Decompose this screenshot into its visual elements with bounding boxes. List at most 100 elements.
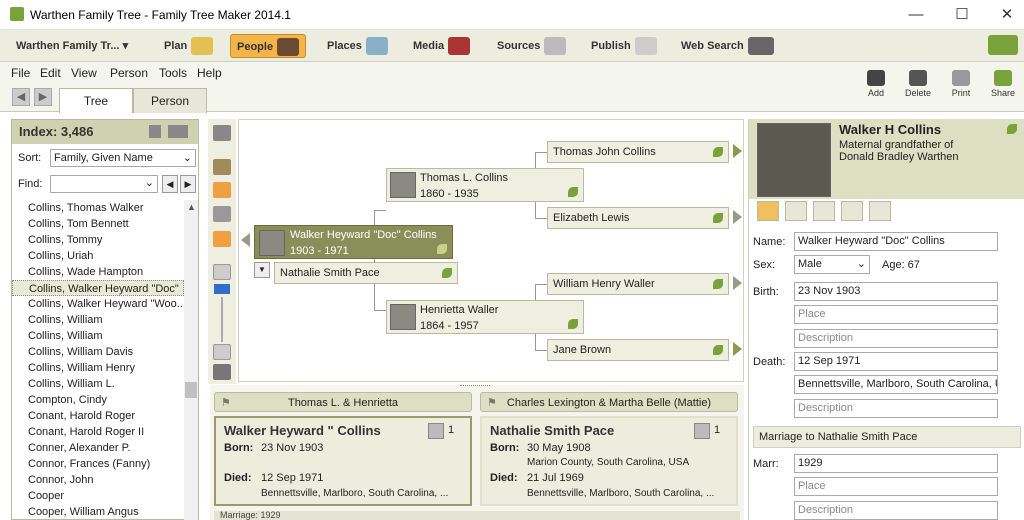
grandparent-card[interactable]: Thomas John Collins [547,141,729,163]
index-list-item[interactable]: Connor, Frances (Fanny) [12,456,184,472]
index-list-item[interactable]: Collins, Tommy [12,232,184,248]
person-card-spouse[interactable]: Nathalie Smith Pace 1 Born: 30 May 1908 … [480,416,738,506]
descendants-arrow-icon[interactable] [241,233,250,247]
tab-places[interactable]: Places [321,34,394,58]
menu-help[interactable]: Help [197,66,222,80]
death-place-field[interactable]: Bennettsville, Marlboro, South Carolina,… [794,375,998,394]
menu-tools[interactable]: Tools [159,66,187,80]
scroll-up-icon[interactable]: ▲ [187,202,196,212]
close-button[interactable]: ✕ [992,4,1022,26]
index-list-item[interactable]: Collins, William Henry [12,360,184,376]
family-view-icon[interactable] [213,206,231,222]
menu-edit[interactable]: Edit [40,66,61,80]
splitter-handle[interactable] [460,385,490,388]
marriage-description-field[interactable]: Description [794,501,998,520]
index-list-item[interactable]: Collins, Walker Heyward "Woo... [12,296,184,312]
more-ancestors-arrow-icon[interactable] [733,276,742,290]
hint-leaf-icon[interactable] [568,319,578,329]
tab-people[interactable]: People [230,34,307,58]
marriage-place-field[interactable]: Place [794,477,998,496]
menu-view[interactable]: View [71,66,97,80]
index-list-item[interactable]: Collins, Wade Hampton [12,264,184,280]
index-list-item[interactable]: Cooper [12,488,184,504]
minimize-button[interactable]: — [901,4,931,26]
hint-leaf-icon[interactable] [713,213,723,223]
index-list-item[interactable]: Conner, Alexander P. [12,440,184,456]
home-icon[interactable] [213,159,231,175]
expand-panel-icon[interactable] [213,125,231,141]
index-list-item[interactable]: Collins, Uriah [12,248,184,264]
menu-person[interactable]: Person [110,66,148,80]
tags-tab-icon[interactable] [869,201,891,221]
share-button[interactable]: Share [986,70,1020,98]
index-list-item[interactable]: Cooper, William Angus [12,504,184,520]
family-group-icon[interactable] [213,364,231,380]
find-next-button[interactable]: ▶ [180,175,196,193]
tree-selector-dropdown[interactable]: Warthen Family Tr... ▾ [10,34,134,58]
death-date-field[interactable]: 12 Sep 1971 [794,352,998,371]
back-arrow-icon[interactable]: ◀ [12,88,30,106]
ancestry-leaf-icon[interactable] [988,35,1018,55]
tab-sources[interactable]: Sources [491,34,572,58]
forward-arrow-icon[interactable]: ▶ [34,88,52,106]
index-list-item[interactable]: Conant, Harold Roger [12,408,184,424]
columns-icon[interactable] [168,125,188,138]
add-button[interactable]: Add [859,70,893,98]
index-list-item[interactable]: Collins, William Davis [12,344,184,360]
hint-leaf-icon[interactable] [442,268,452,278]
person-view-icon[interactable] [213,231,231,247]
grandparent-card[interactable]: William Henry Waller [547,273,729,295]
notes-tab-icon[interactable] [785,201,807,221]
find-previous-button[interactable]: ◀ [162,175,178,193]
find-input[interactable]: ⌄ [50,175,158,193]
zoom-slider-track[interactable] [221,297,223,342]
birth-place-field[interactable]: Place [794,305,998,324]
menu-file[interactable]: File [11,66,30,80]
index-options-icon[interactable] [149,125,161,138]
index-list-item[interactable]: Collins, Walker Heyward "Doc" [12,280,184,296]
tab-plan[interactable]: Plan [158,34,219,58]
tab-media[interactable]: Media [407,34,476,58]
more-ancestors-arrow-icon[interactable] [733,210,742,224]
hint-leaf-icon[interactable] [568,187,578,197]
grandparent-card[interactable]: Elizabeth Lewis [547,207,729,229]
marriage-date-field[interactable]: 1929 [794,454,998,473]
media-tab-icon[interactable] [813,201,835,221]
print-button[interactable]: Print [944,70,978,98]
hint-leaf-icon[interactable] [437,244,447,254]
death-description-field[interactable]: Description [794,399,998,418]
pedigree-view-icon[interactable] [213,182,231,198]
index-list-item[interactable]: Collins, William [12,312,184,328]
spouse-card[interactable]: Nathalie Smith Pace [274,262,458,284]
sort-dropdown[interactable]: Family, Given Name ⌄ [50,149,196,167]
root-person-card[interactable]: Walker Heyward "Doc" Collins 1903 - 1971 [254,225,453,259]
index-list-item[interactable]: Collins, William [12,328,184,344]
delete-button[interactable]: Delete [901,70,935,98]
spouse-dropdown-button[interactable]: ▼ [254,262,270,278]
zoom-in-icon[interactable] [213,264,231,280]
hint-leaf-icon[interactable] [713,147,723,157]
parents-tab-2[interactable]: ⚑ Charles Lexington & Martha Belle (Matti… [480,392,738,412]
scroll-thumb[interactable] [185,382,197,398]
hint-leaf-icon[interactable] [1007,124,1017,134]
index-list-item[interactable]: Conant, Harold Roger II [12,424,184,440]
marriage-section-header[interactable]: Marriage to Nathalie Smith Pace [753,426,1021,448]
more-ancestors-arrow-icon[interactable] [733,144,742,158]
tab-web-search[interactable]: Web Search [675,34,780,58]
index-list-item[interactable]: Connor, John [12,472,184,488]
person-card-primary[interactable]: Walker Heyward " Collins 1 Born: 23 Nov … [214,416,472,506]
index-list-item[interactable]: Collins, Thomas Walker [12,200,184,216]
parents-tab-1[interactable]: ⚑ Thomas L. & Henrietta [214,392,472,412]
mother-card[interactable]: Henrietta Waller 1864 - 1957 [386,300,584,334]
index-list-item[interactable]: Compton, Cindy [12,392,184,408]
zoom-out-icon[interactable] [213,344,231,360]
web-tab-icon[interactable] [841,201,863,221]
grandparent-card[interactable]: Jane Brown [547,339,729,361]
tab-publish[interactable]: Publish [585,34,663,58]
birth-description-field[interactable]: Description [794,329,998,348]
hint-leaf-icon[interactable] [713,279,723,289]
more-ancestors-arrow-icon[interactable] [733,342,742,356]
tab-person[interactable]: Person [133,88,207,113]
name-field[interactable]: Walker Heyward "Doc" Collins [794,232,998,251]
index-scrollbar[interactable]: ▲ [184,200,198,520]
